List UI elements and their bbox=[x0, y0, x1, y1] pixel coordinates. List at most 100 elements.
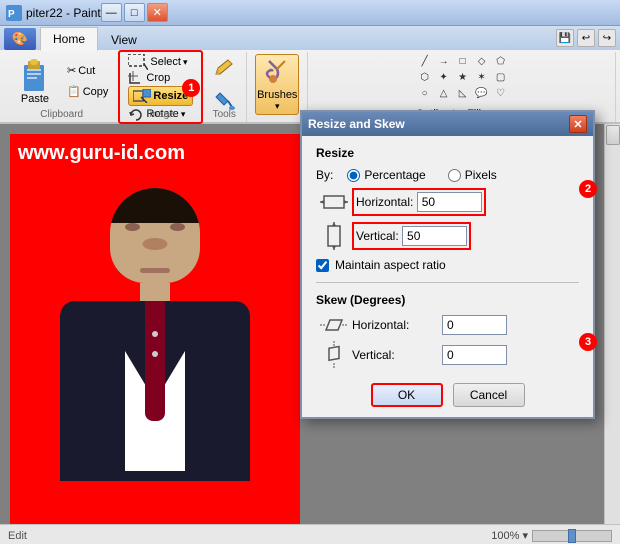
resize-section-label: Resize bbox=[316, 146, 579, 160]
close-button[interactable]: ✕ bbox=[147, 3, 168, 22]
maintain-aspect-label: Maintain aspect ratio bbox=[335, 258, 446, 272]
shape-hexagon[interactable]: ⬡ bbox=[416, 70, 434, 85]
paint-canvas[interactable]: www.guru-id.com bbox=[10, 134, 300, 524]
shape-round-rect[interactable]: ▢ bbox=[492, 70, 510, 85]
by-row: By: Percentage Pixels bbox=[316, 168, 579, 182]
image-group: Select ▾ Crop 1 bbox=[120, 52, 202, 122]
pencil-tool[interactable] bbox=[210, 54, 238, 85]
zoom-slider-thumb[interactable] bbox=[568, 529, 576, 543]
status-text: Edit bbox=[8, 530, 27, 542]
skew-horizontal-icon bbox=[320, 316, 348, 334]
tools-label: Tools bbox=[213, 109, 236, 120]
crop-button[interactable]: Crop bbox=[128, 71, 170, 85]
resize-v-row: Vertical: bbox=[316, 222, 579, 250]
ribbon-tabs: 🎨 Home View 💾 ↩ ↪ bbox=[0, 26, 620, 50]
select-dropdown-icon: ▾ bbox=[183, 57, 188, 68]
redo-icon[interactable]: ↪ bbox=[598, 29, 616, 47]
shape-oval[interactable]: ○ bbox=[416, 86, 434, 101]
crop-icon bbox=[128, 71, 144, 85]
paste-button[interactable]: Paste bbox=[10, 54, 60, 108]
brush-icon bbox=[261, 57, 293, 89]
resize-horizontal-icon bbox=[320, 193, 348, 211]
image-label: Image bbox=[147, 109, 175, 120]
brushes-label: Brushes bbox=[257, 89, 297, 101]
vertical-scrollbar[interactable] bbox=[604, 124, 620, 524]
skew-v-icon-cell bbox=[316, 341, 352, 369]
skew-v-row: 3 Vertical: bbox=[316, 341, 579, 369]
maintain-aspect-checkbox[interactable] bbox=[316, 259, 329, 272]
dialog-close-button[interactable]: ✕ bbox=[569, 115, 587, 133]
ok-button[interactable]: OK bbox=[371, 383, 443, 407]
tab-home[interactable]: Home bbox=[40, 27, 98, 51]
percentage-radio-label[interactable]: Percentage bbox=[347, 168, 425, 182]
tools-group: A bbox=[202, 52, 247, 122]
shape-pentagon[interactable]: ⬠ bbox=[492, 54, 510, 69]
resize-v-field-wrapper: Vertical: bbox=[352, 222, 471, 250]
shape-right-triangle[interactable]: ◺ bbox=[454, 86, 472, 101]
resize-skew-dialog: Resize and Skew ✕ Resize By: Percentage … bbox=[300, 110, 595, 419]
skew-horizontal-input[interactable] bbox=[442, 315, 507, 335]
skew-section-label: Skew (Degrees) bbox=[316, 293, 579, 307]
resize-button[interactable]: 1 Resize bbox=[128, 86, 193, 106]
pixels-radio[interactable] bbox=[448, 169, 461, 182]
office-button[interactable]: 🎨 bbox=[4, 28, 36, 50]
resize-h-row: 2 Horizontal: bbox=[316, 188, 579, 216]
skew-h-icon-cell bbox=[316, 316, 352, 334]
cut-button[interactable]: ✂ Cut bbox=[62, 61, 113, 80]
shape-heart[interactable]: ♡ bbox=[492, 86, 510, 101]
step-2-badge: 2 bbox=[579, 180, 597, 198]
skew-vertical-input[interactable] bbox=[442, 345, 507, 365]
select-icon bbox=[128, 54, 148, 70]
shape-star4[interactable]: ✦ bbox=[435, 70, 453, 85]
step-1-badge: 1 bbox=[182, 79, 200, 97]
undo-icon[interactable]: ↩ bbox=[577, 29, 595, 47]
shape-rect[interactable]: □ bbox=[454, 54, 472, 69]
brushes-button[interactable]: Brushes ▾ bbox=[255, 54, 299, 115]
scroll-thumb[interactable] bbox=[606, 125, 620, 145]
brushes-dropdown-icon: ▾ bbox=[275, 101, 280, 112]
shape-arrow[interactable]: → bbox=[435, 54, 453, 69]
cancel-button[interactable]: Cancel bbox=[453, 383, 525, 407]
shape-triangle[interactable]: △ bbox=[435, 86, 453, 101]
paste-label: Paste bbox=[21, 93, 49, 105]
shape-callout[interactable]: 💬 bbox=[473, 86, 491, 101]
by-label: By: bbox=[316, 168, 333, 182]
resize-icon bbox=[133, 89, 151, 103]
shape-diamond[interactable]: ◇ bbox=[473, 54, 491, 69]
shape-star6[interactable]: ✶ bbox=[473, 70, 491, 85]
select-button[interactable]: Select ▾ bbox=[128, 54, 187, 70]
zoom-slider[interactable] bbox=[532, 530, 612, 542]
dialog-body: Resize By: Percentage Pixels bbox=[302, 136, 593, 417]
watermark-text: www.guru-id.com bbox=[10, 134, 300, 173]
svg-text:P: P bbox=[8, 9, 15, 20]
paste-icon bbox=[20, 57, 50, 93]
status-bar: Edit 100% ▾ bbox=[0, 524, 620, 544]
title-bar: P piter22 - Paint — □ ✕ bbox=[0, 0, 620, 26]
title-text: piter22 - Paint bbox=[26, 6, 101, 20]
rotate-dropdown-icon: ▾ bbox=[181, 109, 186, 120]
copy-button[interactable]: 📋 Copy bbox=[62, 82, 113, 101]
dialog-title-bar[interactable]: Resize and Skew ✕ bbox=[302, 112, 593, 136]
pencil-icon bbox=[212, 56, 236, 80]
dialog-buttons: OK Cancel bbox=[316, 383, 579, 407]
resize-horizontal-input[interactable] bbox=[417, 192, 482, 212]
resize-vertical-input[interactable] bbox=[402, 226, 467, 246]
pixels-radio-label[interactable]: Pixels bbox=[448, 168, 497, 182]
aspect-ratio-row: Maintain aspect ratio bbox=[316, 258, 579, 272]
rotate-icon bbox=[128, 107, 144, 121]
resize-v-icon-cell bbox=[316, 222, 352, 250]
tab-view[interactable]: View bbox=[98, 28, 150, 51]
save-icon[interactable]: 💾 bbox=[556, 29, 574, 47]
zoom-level: 100% ▾ bbox=[491, 529, 528, 542]
resize-h-field-wrapper: Horizontal: bbox=[352, 188, 486, 216]
step-3-badge: 3 bbox=[579, 333, 597, 351]
shape-line[interactable]: ╱ bbox=[416, 54, 434, 69]
maximize-button[interactable]: □ bbox=[124, 3, 145, 22]
percentage-radio[interactable] bbox=[347, 169, 360, 182]
paint-icon: P bbox=[6, 5, 22, 21]
clipboard-label: Clipboard bbox=[40, 109, 83, 120]
minimize-button[interactable]: — bbox=[101, 3, 122, 22]
shape-star5[interactable]: ★ bbox=[454, 70, 472, 85]
shapes-grid: ╱ → □ ◇ ⬠ ⬡ ✦ ★ ✶ ▢ ○ △ ◺ bbox=[416, 54, 510, 101]
resize-h-icon-cell bbox=[316, 193, 352, 211]
